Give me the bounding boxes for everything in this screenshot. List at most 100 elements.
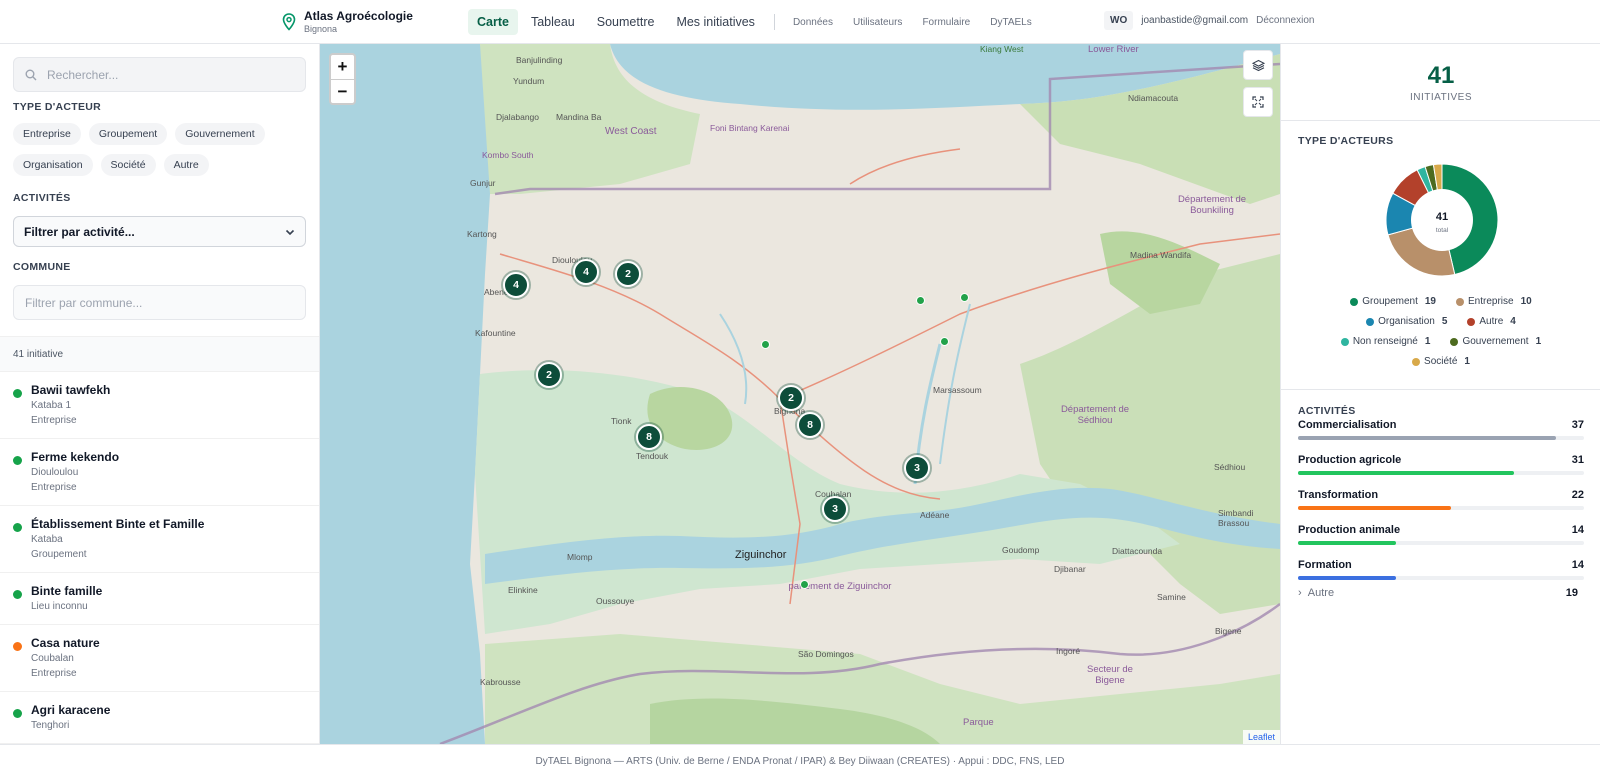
- total-label: INITIATIVES: [1410, 92, 1472, 103]
- tab-carte[interactable]: Carte: [468, 9, 518, 35]
- list-item[interactable]: Casa nature Coubalan Entreprise: [0, 625, 319, 692]
- main-nav: Carte Tableau Soumettre Mes initiatives …: [468, 9, 1040, 35]
- item-title: Agri karacene: [31, 703, 111, 717]
- map-place-label: Elinkine: [508, 585, 538, 595]
- activity-bar-row[interactable]: Production agricole 31: [1298, 453, 1584, 475]
- map-place-label: Kombo South: [482, 150, 534, 160]
- activity-label: Formation: [1298, 559, 1352, 571]
- activity-label: Production agricole: [1298, 454, 1402, 466]
- commune-box: [13, 285, 306, 320]
- chip-autre[interactable]: Autre: [163, 154, 209, 176]
- tab-tableau[interactable]: Tableau: [522, 9, 584, 35]
- top-navigation-bar: Atlas Agroécologie Bignona Carte Tableau…: [0, 0, 1600, 44]
- activities-section-title: ACTIVITÉS: [1298, 405, 1356, 417]
- search-input[interactable]: [47, 67, 287, 82]
- map-point-marker[interactable]: [916, 296, 925, 305]
- activity-bar-fill: [1298, 436, 1557, 440]
- map-attribution[interactable]: Leaflet: [1242, 730, 1280, 744]
- legend-label: Autre: [1479, 316, 1504, 327]
- commune-input[interactable]: [25, 295, 295, 310]
- search-icon: [25, 69, 37, 80]
- map-cluster-marker[interactable]: 2: [778, 385, 804, 411]
- map-place-label: Ndiamacouta: [1128, 93, 1179, 103]
- legend-value: 1: [1535, 336, 1542, 347]
- tab-soumettre[interactable]: Soumettre: [588, 9, 664, 35]
- activity-bar-row[interactable]: Production animale 14: [1298, 523, 1584, 545]
- activity-value: 31: [1571, 454, 1584, 466]
- status-dot: [13, 590, 22, 599]
- brand[interactable]: Atlas Agroécologie Bignona: [282, 9, 413, 35]
- total-initiatives: 41 INITIATIVES: [1281, 62, 1600, 103]
- filter-sidebar: TYPE D'ACTEUR Entreprise Groupement Gouv…: [0, 44, 320, 744]
- list-item[interactable]: Agri karacene Tenghori: [0, 692, 319, 744]
- map-point-marker[interactable]: [800, 580, 809, 589]
- activity-value: 22: [1571, 489, 1584, 501]
- chip-organisation[interactable]: Organisation: [13, 154, 93, 176]
- legend-item[interactable]: Autre 4: [1457, 316, 1525, 327]
- chip-gouvernement[interactable]: Gouvernement: [175, 123, 265, 145]
- list-item[interactable]: Établissement Binte et Famille Kataba Gr…: [0, 506, 319, 573]
- map-place-label: Yundum: [513, 76, 545, 86]
- map-place-label: Madina Wandifa: [1130, 250, 1192, 260]
- legend-label: Gouvernement: [1462, 336, 1529, 347]
- legend-item[interactable]: Société 1: [1402, 356, 1480, 367]
- activity-bar-row[interactable]: Commercialisation 37: [1298, 418, 1584, 440]
- user-avatar[interactable]: WO: [1104, 11, 1134, 30]
- activity-select[interactable]: Filtrer par activité...: [13, 216, 306, 247]
- activity-value: 37: [1571, 419, 1584, 431]
- map-place-label: Goudomp: [1002, 545, 1040, 555]
- activity-bar-row[interactable]: Formation 14: [1298, 558, 1584, 580]
- fullscreen-button[interactable]: [1243, 87, 1273, 117]
- map-cluster-marker[interactable]: 8: [797, 412, 823, 438]
- map-point-marker[interactable]: [940, 337, 949, 346]
- chip-groupement[interactable]: Groupement: [88, 123, 168, 145]
- map-cluster-marker[interactable]: 8: [636, 424, 662, 450]
- map-place-label: Kiang West: [980, 44, 1024, 54]
- legend-item[interactable]: Entreprise 10: [1446, 296, 1542, 307]
- chip-societe[interactable]: Société: [100, 154, 156, 176]
- map-place-label: Tendouk: [636, 451, 669, 461]
- status-dot: [13, 709, 22, 718]
- activities-label: ACTIVITÉS: [13, 192, 71, 204]
- legend-item[interactable]: Groupement 19: [1340, 296, 1446, 307]
- list-item[interactable]: Bawii tawfekh Kataba 1 Entreprise: [0, 372, 319, 439]
- zoom-in-button[interactable]: +: [331, 55, 354, 79]
- map-cluster-marker[interactable]: 4: [503, 272, 529, 298]
- map-view[interactable]: Banjulinding Yundum Djalabango Mandina B…: [320, 44, 1280, 744]
- item-place: Diouloulou: [31, 467, 79, 478]
- legend-value: 19: [1424, 296, 1436, 307]
- map-cluster-marker[interactable]: 2: [536, 362, 562, 388]
- layers-icon: [1251, 59, 1265, 71]
- logout-link[interactable]: Déconnexion: [1256, 15, 1314, 26]
- map-cluster-marker[interactable]: 3: [822, 496, 848, 522]
- legend-swatch: [1467, 317, 1476, 326]
- list-item[interactable]: Binte famille Lieu inconnu: [0, 573, 319, 625]
- layers-button[interactable]: [1243, 50, 1273, 80]
- legend-item[interactable]: Organisation 5: [1356, 316, 1457, 327]
- activity-bar-row[interactable]: Transformation 22: [1298, 488, 1584, 510]
- legend-item[interactable]: Gouvernement 1: [1440, 336, 1551, 347]
- map-point-marker[interactable]: [960, 293, 969, 302]
- footer: DyTAEL Bignona — ARTS (Univ. de Berne / …: [0, 744, 1600, 778]
- legend-item[interactable]: Non renseigné 1: [1331, 336, 1441, 347]
- chip-entreprise[interactable]: Entreprise: [13, 123, 81, 145]
- activity-bar-track: [1298, 576, 1584, 580]
- map-cluster-marker[interactable]: 2: [615, 261, 641, 287]
- tab-mes-initiatives[interactable]: Mes initiatives: [667, 9, 764, 35]
- zoom-out-button[interactable]: −: [331, 79, 354, 103]
- map-cluster-marker[interactable]: 3: [904, 455, 930, 481]
- admin-link-formulaire[interactable]: Formulaire: [914, 12, 978, 33]
- item-place: Kataba: [31, 534, 63, 545]
- map-cluster-marker[interactable]: 4: [573, 259, 599, 285]
- map-point-marker[interactable]: [761, 340, 770, 349]
- admin-link-utilisateurs[interactable]: Utilisateurs: [845, 12, 910, 33]
- other-activities-toggle[interactable]: › Autre 19: [1298, 587, 1578, 599]
- commune-label: COMMUNE: [13, 261, 71, 273]
- map-place-label: Sédhiou: [1214, 462, 1246, 472]
- initiative-list: Bawii tawfekh Kataba 1 Entreprise Ferme …: [0, 372, 319, 744]
- admin-link-dytaels[interactable]: DyTAELs: [982, 12, 1040, 33]
- legend-swatch: [1412, 357, 1421, 366]
- map-place-label: Tionk: [611, 416, 632, 426]
- admin-link-donnees[interactable]: Données: [785, 12, 841, 33]
- list-item[interactable]: Ferme kekendo Diouloulou Entreprise: [0, 439, 319, 506]
